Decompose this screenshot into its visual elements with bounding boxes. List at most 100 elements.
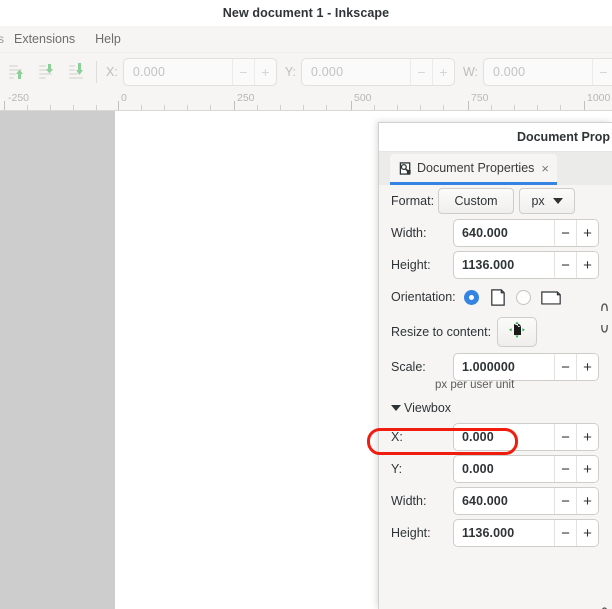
viewbox-y-increment-button[interactable]: +	[576, 456, 598, 482]
scale-label: Scale:	[391, 360, 426, 374]
scale-increment-button[interactable]: +	[576, 354, 598, 380]
w-spinbutton[interactable]: 0.000 − +	[482, 57, 612, 86]
height-row: Height: 1136.000 − +	[379, 249, 612, 281]
window-titlebar: New document 1 - Inkscape	[0, 0, 612, 26]
tab-document-properties[interactable]: Document Properties ×	[390, 154, 558, 185]
portrait-page-icon[interactable]	[488, 288, 507, 307]
viewbox-y-spinbutton[interactable]: 0.000 − +	[453, 455, 599, 483]
dialog-body: Document Properties × Format: Custom px	[379, 151, 612, 609]
ruler-label: 750	[471, 92, 489, 104]
raise-to-top-icon[interactable]	[2, 58, 32, 86]
inkscape-window: New document 1 - Inkscape s Extensions H…	[0, 0, 612, 609]
document-properties-panel: Format: Custom px Width: 640.000 − + Hei…	[379, 185, 612, 609]
scale-spinbutton[interactable]: 1.000000 − +	[453, 353, 599, 381]
width-label: Width:	[391, 226, 427, 240]
viewbox-y-label: Y:	[391, 462, 403, 476]
toolbar-field-x: X: 0.000 − +	[104, 57, 277, 86]
x-decrement-button[interactable]: −	[231, 58, 254, 85]
viewbox-height-increment-button[interactable]: +	[576, 520, 598, 546]
page-height-spinbutton[interactable]: 1136.000 − +	[453, 251, 599, 279]
ruler-label: 500	[354, 92, 372, 104]
viewbox-height-value: 1136.000	[462, 526, 515, 540]
link-width-height-broken-chain-icon[interactable]	[597, 297, 611, 339]
page-format-value: Custom	[454, 194, 498, 208]
viewbox-x-row: X: 0.000 − +	[379, 421, 612, 453]
toolbar-y-label: Y:	[284, 64, 296, 79]
page-width-spinbutton[interactable]: 640.000 − +	[453, 219, 599, 247]
page-height-value: 1136.000	[462, 258, 515, 272]
y-increment-button[interactable]: +	[431, 58, 454, 85]
viewbox-width-decrement-button[interactable]: −	[554, 488, 576, 514]
menu-bar: s Extensions Help	[0, 26, 612, 53]
canvas-desk	[0, 111, 115, 609]
page-height-decrement-button[interactable]: −	[554, 252, 576, 278]
menu-item-extensions[interactable]: Extensions	[5, 29, 84, 49]
viewbox-height-row: Height: 1136.000 − +	[379, 517, 612, 549]
chevron-down-icon	[552, 198, 563, 204]
scale-value: 1.000000	[462, 360, 515, 374]
viewbox-x-decrement-button[interactable]: −	[554, 424, 576, 450]
page-height-increment-button[interactable]: +	[576, 252, 598, 278]
viewbox-width-spinbutton[interactable]: 640.000 − +	[453, 487, 599, 515]
dialog-title: Document Prop	[516, 130, 610, 144]
y-spinbutton[interactable]: 0.000 − +	[300, 57, 455, 86]
dialog-tabstrip: Document Properties ×	[379, 152, 612, 185]
fit-page-to-selection-button[interactable]	[497, 317, 538, 347]
viewbox-height-label: Height:	[391, 526, 431, 540]
close-icon[interactable]: ×	[539, 161, 549, 176]
y-decrement-button[interactable]: −	[409, 58, 432, 85]
dialog-titlebar: Document Prop	[379, 123, 612, 151]
viewbox-expander[interactable]: Viewbox	[379, 395, 612, 421]
scale-decrement-button[interactable]: −	[554, 354, 576, 380]
ruler-label: 250	[237, 92, 255, 104]
unit-value: px	[531, 194, 545, 208]
lower-selection-icon[interactable]	[32, 58, 62, 86]
toolbar-field-w: W: 0.000 − +	[461, 57, 612, 86]
x-value: 0.000	[132, 64, 166, 79]
viewbox-x-value: 0.000	[462, 430, 494, 444]
w-decrement-button[interactable]: −	[591, 58, 612, 85]
toolbar-icon-group	[0, 58, 104, 86]
lower-to-bottom-icon[interactable]	[62, 58, 92, 86]
orientation-landscape-radio[interactable]	[515, 289, 531, 305]
document-properties-icon	[399, 161, 412, 175]
viewbox-x-label: X:	[391, 430, 403, 444]
x-increment-button[interactable]: +	[253, 58, 276, 85]
page-width-value: 640.000	[462, 226, 508, 240]
viewbox-width-row: Width: 640.000 − +	[379, 485, 612, 517]
viewbox-height-decrement-button[interactable]: −	[554, 520, 576, 546]
horizontal-ruler[interactable]: -250 0 250 500 750 1000	[0, 90, 612, 111]
menu-item-truncated[interactable]: s	[0, 32, 4, 46]
window-title: New document 1 - Inkscape	[222, 6, 390, 20]
page-width-decrement-button[interactable]: −	[554, 220, 576, 246]
triangle-down-icon	[391, 405, 401, 411]
toolbar-w-label: W:	[462, 64, 478, 79]
ruler-label: 0	[121, 92, 127, 104]
unit-dropdown[interactable]: px	[519, 188, 576, 214]
landscape-page-icon[interactable]	[540, 288, 561, 307]
viewbox-x-spinbutton[interactable]: 0.000 − +	[453, 423, 599, 451]
resize-to-content-row: Resize to content:	[379, 313, 612, 351]
orientation-options	[463, 288, 561, 307]
viewbox-width-label: Width:	[391, 494, 427, 508]
page-width-increment-button[interactable]: +	[576, 220, 598, 246]
menu-item-help[interactable]: Help	[86, 29, 130, 49]
document-properties-dialog: Document Prop Document Properties × Form…	[378, 122, 612, 609]
x-spinbutton[interactable]: 0.000 − +	[122, 57, 277, 86]
toolbar-x-label: X:	[106, 64, 118, 79]
viewbox-x-increment-button[interactable]: +	[576, 424, 598, 450]
viewbox-y-value: 0.000	[462, 462, 494, 476]
ruler-label: 1000	[587, 92, 611, 104]
viewbox-expander-label: Viewbox	[404, 401, 452, 415]
viewbox-height-spinbutton[interactable]: 1136.000 − +	[453, 519, 599, 547]
ruler-label: -250	[8, 92, 30, 104]
link-viewbox-width-height-chain-icon[interactable]	[597, 603, 611, 609]
orientation-portrait-radio[interactable]	[463, 289, 479, 305]
format-label: Format:	[391, 194, 435, 208]
page-format-dropdown[interactable]: Custom	[438, 188, 515, 214]
y-value: 0.000	[310, 64, 344, 79]
viewbox-width-increment-button[interactable]: +	[576, 488, 598, 514]
viewbox-y-decrement-button[interactable]: −	[554, 456, 576, 482]
format-row: Format: Custom px	[379, 185, 612, 217]
viewbox-y-row: Y: 0.000 − +	[379, 453, 612, 485]
